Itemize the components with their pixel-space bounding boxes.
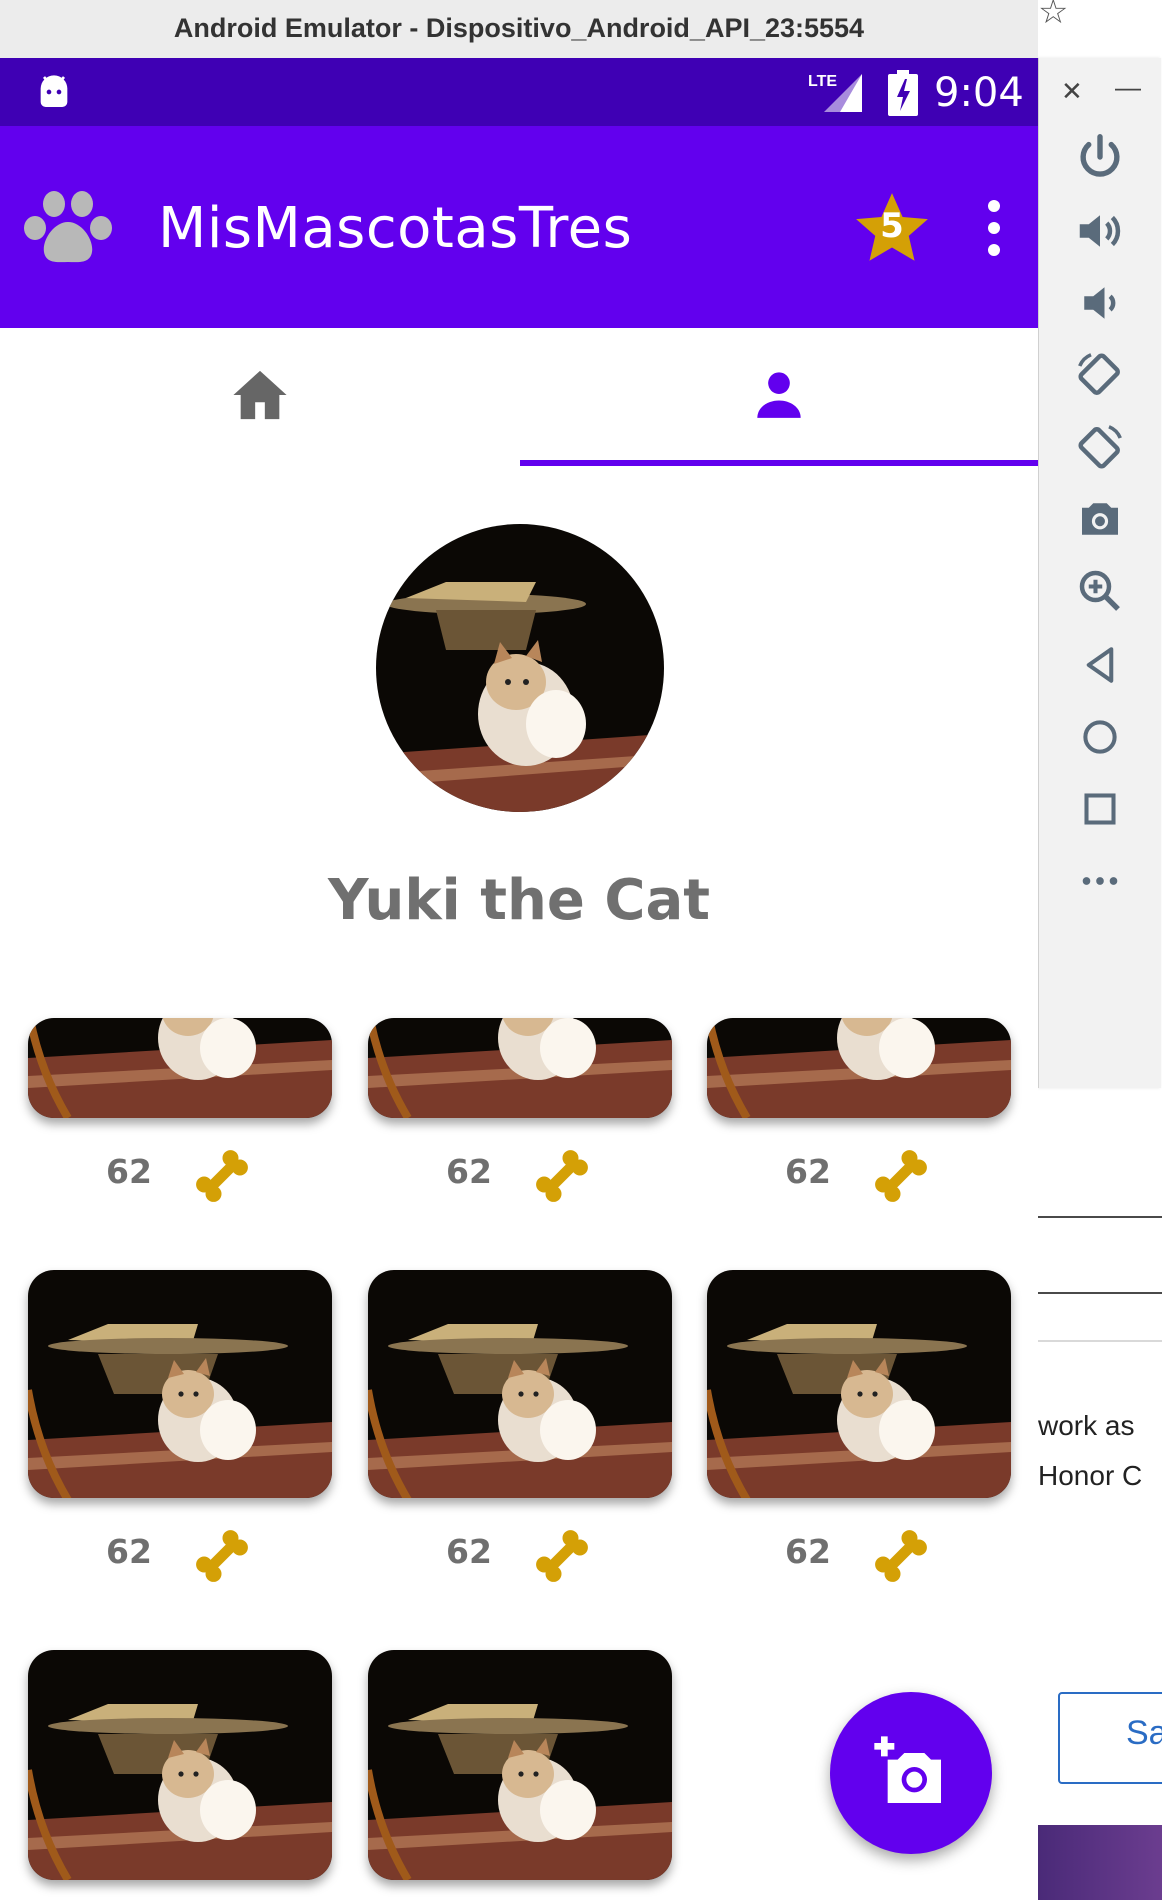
window-title: Android Emulator - Dispositivo_Android_A… [173, 13, 865, 43]
power-icon[interactable] [1073, 130, 1127, 184]
background-button-label: Sa [1126, 1714, 1162, 1752]
tab-bar [0, 328, 1038, 466]
rotate-left-icon[interactable] [1073, 348, 1127, 402]
back-icon[interactable] [1073, 638, 1127, 692]
rotate-right-icon[interactable] [1073, 420, 1127, 474]
add-photo-icon [874, 1736, 941, 1803]
divider [1038, 1292, 1162, 1294]
zoom-icon[interactable] [1073, 564, 1127, 618]
divider [1038, 1216, 1162, 1218]
app-toolbar: MisMascotasTres 5 [0, 126, 1038, 328]
volume-down-icon[interactable] [1073, 276, 1127, 330]
background-text-line1: work as [1038, 1410, 1135, 1441]
paw-icon [24, 191, 112, 263]
tab-profile[interactable] [519, 328, 1038, 466]
window-titlebar: Android Emulator - Dispositivo_Android_A… [0, 0, 1038, 59]
status-bar: LTE 9:04 [0, 58, 1038, 126]
svg-text:LTE: LTE [808, 73, 837, 90]
bone-icon[interactable] [530, 1144, 594, 1208]
status-clock: 9:04 [934, 70, 1024, 116]
like-count: 62 [106, 1152, 152, 1191]
bone-icon[interactable] [190, 1144, 254, 1208]
more-icon[interactable] [1073, 854, 1127, 908]
like-count: 62 [785, 1152, 831, 1191]
tab-home[interactable] [0, 328, 519, 466]
background-purple-bar [1038, 1825, 1162, 1900]
volume-up-icon[interactable] [1073, 204, 1127, 258]
close-icon[interactable]: ✕ [1061, 76, 1083, 107]
bone-icon[interactable] [869, 1524, 933, 1588]
bone-icon[interactable] [190, 1524, 254, 1588]
like-count: 62 [446, 1532, 492, 1571]
photo-card[interactable] [368, 1018, 672, 1118]
add-photo-button[interactable] [830, 1692, 992, 1854]
like-count: 62 [106, 1532, 152, 1571]
like-count: 62 [785, 1532, 831, 1571]
minimize-icon[interactable]: — [1115, 72, 1141, 103]
photo-card[interactable] [368, 1650, 672, 1880]
like-count: 62 [446, 1152, 492, 1191]
signal-lte-icon: LTE [808, 73, 862, 112]
photo-card[interactable] [707, 1270, 1011, 1498]
photo-card[interactable] [28, 1650, 332, 1880]
camera-icon[interactable] [1073, 492, 1127, 546]
overview-icon[interactable] [1073, 782, 1127, 836]
photo-card[interactable] [368, 1270, 672, 1498]
profile-avatar[interactable] [376, 524, 664, 812]
overflow-menu-icon[interactable] [978, 196, 1010, 260]
battery-charging-icon [888, 70, 918, 116]
photo-card[interactable] [707, 1018, 1011, 1118]
bone-icon[interactable] [869, 1144, 933, 1208]
bone-icon[interactable] [530, 1524, 594, 1588]
emulator-window: Android Emulator - Dispositivo_Android_A… [0, 0, 1038, 1900]
profile-name: Yuki the Cat [327, 868, 711, 933]
tab-indicator [520, 460, 1038, 466]
person-icon [756, 372, 801, 418]
home-icon [232, 370, 287, 420]
android-debug-icon [40, 75, 68, 107]
emulator-side-panel: ✕ — [1038, 58, 1161, 1088]
bookmark-star-icon: ☆ [1038, 0, 1069, 31]
app-title: MisMascotasTres [158, 196, 633, 261]
home-circle-icon[interactable] [1073, 710, 1127, 764]
photo-card[interactable] [28, 1270, 332, 1498]
photo-card[interactable] [28, 1018, 332, 1118]
divider [1038, 1340, 1162, 1342]
background-text-line2: Honor C [1038, 1460, 1143, 1491]
star-count: 5 [880, 206, 904, 246]
